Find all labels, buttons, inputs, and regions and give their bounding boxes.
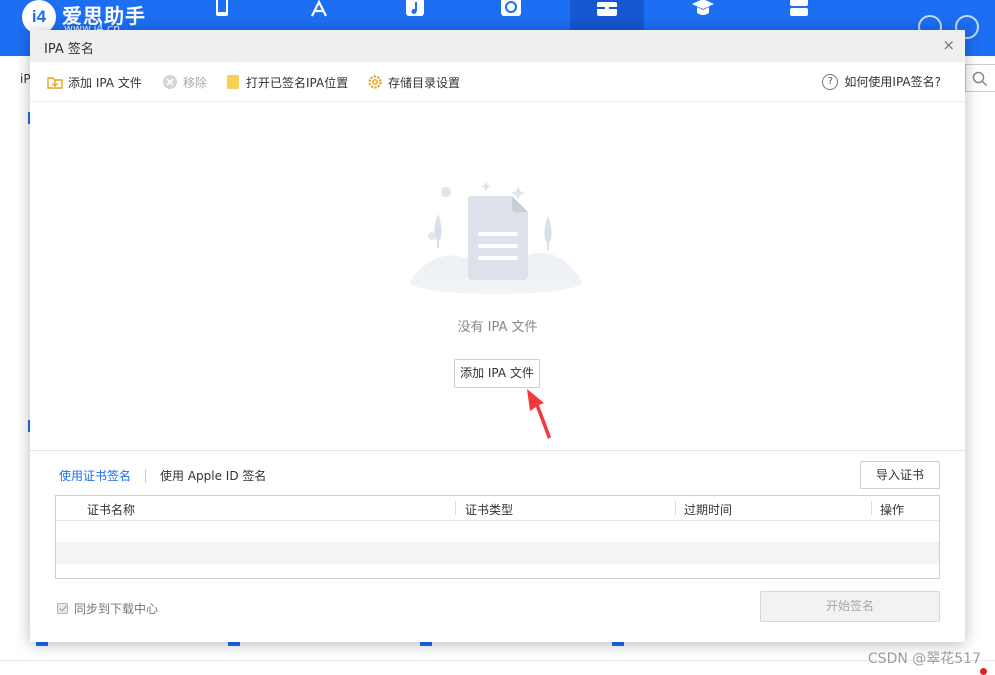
add-ipa-file-button[interactable]: 添加 IPA 文件 (47, 73, 142, 91)
column-header-expiry: 过期时间 (684, 503, 733, 517)
signing-method-tabs: 使用证书签名 使用 Apple ID 签名 (59, 467, 266, 484)
tab-separator (145, 468, 147, 483)
table-row (56, 520, 939, 542)
question-icon: ? (822, 73, 839, 90)
empty-state-message: 没有 IPA 文件 (457, 320, 538, 335)
sync-checkbox[interactable] (57, 603, 68, 614)
dialog-titlebar: IPA 签名 × (30, 30, 965, 62)
column-separator (455, 501, 456, 515)
tab-apple-id-sign[interactable]: 使用 Apple ID 签名 (160, 467, 266, 484)
open-location-label: 打开已签名IPA位置 (246, 75, 349, 90)
help-label: 如何使用IPA签名? (844, 75, 941, 89)
remove-button[interactable]: 移除 (162, 73, 207, 91)
ipa-sign-dialog: IPA 签名 × 添加 IPA 文件 移除 打开已签名IPA位置 存储目录设置 … (30, 30, 965, 642)
table-row (56, 542, 939, 564)
remove-icon (162, 74, 178, 90)
add-ipa-file-label: 添加 IPA 文件 (68, 75, 142, 90)
add-ipa-file-center-button[interactable]: 添加 IPA 文件 (454, 359, 540, 388)
nav-toolbox[interactable] (570, 0, 644, 30)
open-signed-ipa-location-button[interactable]: 打开已签名IPA位置 (225, 73, 348, 91)
nav-sync[interactable] (474, 0, 548, 30)
graduation-cap-icon (692, 0, 714, 15)
sync-download-center-option[interactable]: 同步到下载中心 (57, 600, 158, 617)
dialog-toolbar: 添加 IPA 文件 移除 打开已签名IPA位置 存储目录设置 ? 如何使用IPA… (30, 62, 965, 102)
folder-add-icon (47, 74, 63, 90)
how-to-use-help-link[interactable]: ? 如何使用IPA签名? (822, 73, 941, 90)
background-label: iP (20, 72, 31, 86)
background-search-icon[interactable] (965, 64, 995, 92)
section-divider (30, 450, 965, 451)
music-icon (406, 0, 424, 16)
nav-more[interactable] (762, 0, 836, 30)
cert-table: 证书名称 证书类型 过期时间 操作 (55, 495, 940, 579)
toolbox-icon (597, 2, 617, 16)
nav-apps[interactable] (282, 0, 356, 30)
close-icon[interactable]: × (942, 36, 955, 54)
robot-icon (790, 0, 808, 16)
storage-settings-button[interactable]: 存储目录设置 (367, 73, 460, 91)
table-header: 证书名称 证书类型 过期时间 操作 (56, 496, 939, 521)
app-store-icon (311, 0, 327, 17)
nav-phone[interactable] (186, 0, 260, 30)
start-sign-button[interactable]: 开始签名 (760, 591, 940, 622)
remove-label: 移除 (183, 75, 208, 90)
storage-settings-label: 存储目录设置 (388, 75, 461, 90)
app-logo-icon: i4 (22, 0, 56, 34)
background-divider (0, 660, 995, 661)
folder-icon (225, 74, 241, 90)
notification-dot (980, 668, 987, 675)
column-header-cert-type: 证书类型 (465, 503, 514, 517)
watermark: CSDN @翠花517 (867, 651, 981, 667)
column-separator (675, 501, 676, 515)
red-arrow-annotation-icon (527, 389, 551, 439)
column-header-actions: 操作 (880, 503, 905, 517)
nav-music[interactable] (378, 0, 452, 30)
nav-tutorials[interactable] (666, 0, 740, 30)
gear-icon (367, 74, 383, 90)
sync-label: 同步到下载中心 (74, 602, 159, 616)
import-cert-button[interactable]: 导入证书 (860, 461, 940, 489)
column-header-cert-name: 证书名称 (87, 503, 136, 517)
empty-document-illustration (406, 178, 586, 299)
tab-cert-sign[interactable]: 使用证书签名 (59, 467, 131, 484)
column-separator (871, 501, 872, 515)
phone-icon (216, 0, 228, 16)
sync-icon (501, 0, 521, 16)
dialog-title: IPA 签名 (44, 42, 94, 57)
